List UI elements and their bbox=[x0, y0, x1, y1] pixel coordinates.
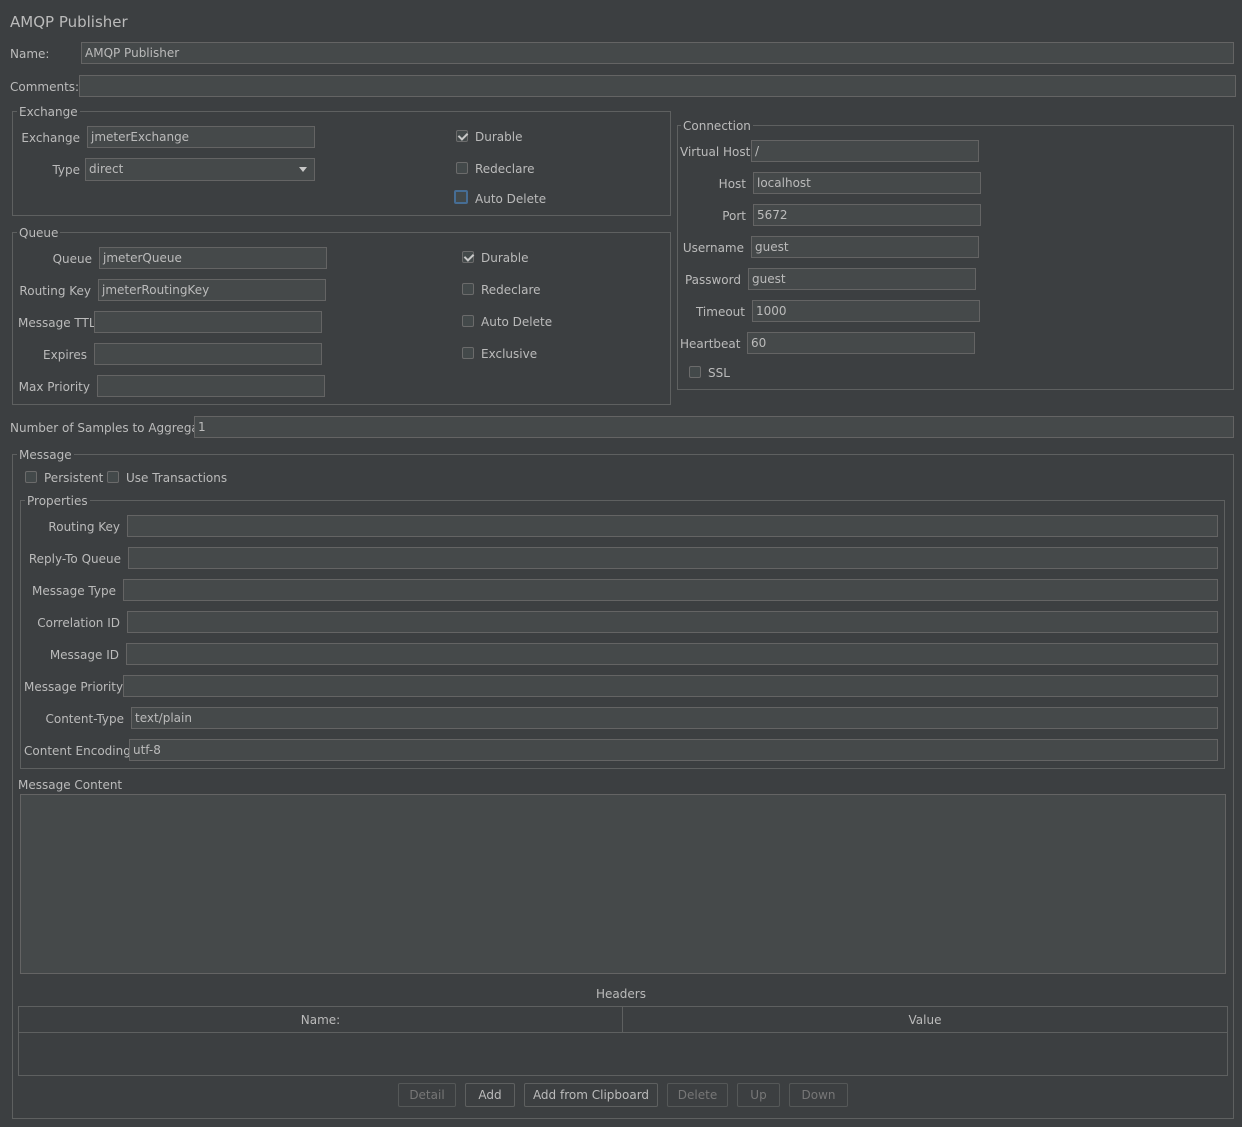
down-button[interactable]: Down bbox=[789, 1083, 848, 1107]
message-ttl-field[interactable] bbox=[94, 311, 322, 333]
exchange-auto-delete-label: Auto Delete bbox=[475, 192, 547, 206]
message-content-textarea[interactable] bbox=[20, 794, 1226, 974]
virtual-host-label: Virtual Host bbox=[680, 145, 751, 159]
detail-button[interactable]: Detail bbox=[398, 1083, 456, 1107]
exchange-name-field[interactable]: jmeterExchange bbox=[87, 126, 315, 148]
port-label: Port bbox=[722, 209, 746, 223]
expires-field[interactable] bbox=[94, 343, 322, 365]
ssl-label: SSL bbox=[708, 366, 730, 380]
ssl-checkbox[interactable] bbox=[689, 366, 701, 378]
queue-redeclare-checkbox[interactable] bbox=[462, 283, 474, 295]
content-type-label: Content-Type bbox=[45, 712, 124, 726]
queue-exclusive-label: Exclusive bbox=[481, 347, 538, 361]
host-label: Host bbox=[718, 177, 746, 191]
exchange-durable-label: Durable bbox=[475, 130, 523, 144]
exchange-auto-delete-checkbox[interactable] bbox=[454, 190, 468, 204]
properties-group-title: Properties bbox=[25, 494, 90, 508]
exchange-group-title: Exchange bbox=[17, 105, 80, 119]
exchange-redeclare-label: Redeclare bbox=[475, 162, 535, 176]
headers-value-column[interactable]: Value bbox=[623, 1007, 1227, 1033]
queue-auto-delete-label: Auto Delete bbox=[481, 315, 553, 329]
content-encoding-field[interactable]: utf-8 bbox=[129, 739, 1218, 761]
prop-routing-key-label: Routing Key bbox=[48, 520, 120, 534]
page-title: AMQP Publisher bbox=[10, 13, 128, 31]
port-field[interactable]: 5672 bbox=[753, 204, 981, 226]
queue-auto-delete-checkbox[interactable] bbox=[462, 315, 474, 327]
use-transactions-label: Use Transactions bbox=[126, 471, 228, 485]
expires-label: Expires bbox=[43, 348, 87, 362]
samples-field[interactable]: 1 bbox=[194, 416, 1234, 438]
samples-label: Number of Samples to Aggregate bbox=[10, 421, 211, 435]
message-id-field[interactable] bbox=[126, 643, 1218, 665]
exchange-type-value: direct bbox=[89, 162, 124, 176]
queue-redeclare-label: Redeclare bbox=[481, 283, 541, 297]
message-priority-field[interactable] bbox=[123, 675, 1218, 697]
password-field[interactable]: guest bbox=[748, 268, 976, 290]
delete-button[interactable]: Delete bbox=[667, 1083, 728, 1107]
queue-exclusive-checkbox[interactable] bbox=[462, 347, 474, 359]
max-priority-label: Max Priority bbox=[18, 380, 90, 394]
add-from-clipboard-button[interactable]: Add from Clipboard bbox=[524, 1083, 658, 1107]
reply-to-queue-field[interactable] bbox=[128, 547, 1218, 569]
exchange-type-label: Type bbox=[52, 163, 80, 177]
correlation-id-label: Correlation ID bbox=[37, 616, 120, 630]
exchange-name-label: Exchange bbox=[21, 131, 80, 145]
correlation-id-field[interactable] bbox=[127, 611, 1218, 633]
username-label: Username bbox=[682, 241, 744, 255]
content-type-field[interactable]: text/plain bbox=[131, 707, 1218, 729]
persistent-checkbox[interactable] bbox=[25, 471, 37, 483]
headers-name-column[interactable]: Name: bbox=[19, 1007, 623, 1033]
message-type-label: Message Type bbox=[32, 584, 116, 598]
message-content-label: Message Content bbox=[18, 778, 123, 792]
use-transactions-checkbox[interactable] bbox=[107, 471, 119, 483]
reply-to-queue-label: Reply-To Queue bbox=[28, 552, 121, 566]
up-button[interactable]: Up bbox=[737, 1083, 780, 1107]
heartbeat-field[interactable]: 60 bbox=[747, 332, 975, 354]
queue-name-field[interactable]: jmeterQueue bbox=[99, 247, 327, 269]
comments-label: Comments: bbox=[10, 80, 80, 94]
password-label: Password bbox=[684, 273, 741, 287]
headers-title: Headers bbox=[596, 987, 646, 1001]
queue-group-title: Queue bbox=[17, 226, 61, 240]
queue-routing-key-field[interactable]: jmeterRoutingKey bbox=[98, 279, 326, 301]
name-label: Name: bbox=[10, 47, 50, 61]
headers-value-column-label: Value bbox=[908, 1013, 942, 1027]
queue-durable-label: Durable bbox=[481, 251, 529, 265]
message-priority-label: Message Priority bbox=[24, 680, 124, 694]
exchange-durable-checkbox[interactable] bbox=[456, 130, 468, 142]
prop-routing-key-field[interactable] bbox=[127, 515, 1218, 537]
exchange-redeclare-checkbox[interactable] bbox=[456, 162, 468, 174]
message-type-field[interactable] bbox=[123, 579, 1218, 601]
queue-name-label: Queue bbox=[52, 252, 92, 266]
content-encoding-label: Content Encoding bbox=[24, 744, 131, 758]
message-group-title: Message bbox=[17, 448, 74, 462]
dropdown-arrow-icon bbox=[299, 167, 307, 172]
message-ttl-label: Message TTL bbox=[18, 316, 96, 330]
heartbeat-label: Heartbeat bbox=[680, 337, 741, 351]
queue-durable-checkbox[interactable] bbox=[462, 251, 474, 263]
comments-field[interactable] bbox=[79, 75, 1236, 97]
message-id-label: Message ID bbox=[49, 648, 119, 662]
queue-routing-key-label: Routing Key bbox=[19, 284, 91, 298]
max-priority-field[interactable] bbox=[97, 375, 325, 397]
persistent-label: Persistent bbox=[44, 471, 104, 485]
add-button[interactable]: Add bbox=[465, 1083, 515, 1107]
host-field[interactable]: localhost bbox=[753, 172, 981, 194]
timeout-field[interactable]: 1000 bbox=[752, 300, 980, 322]
username-field[interactable]: guest bbox=[751, 236, 979, 258]
virtual-host-field[interactable]: / bbox=[751, 140, 979, 162]
headers-table[interactable]: Name: Value bbox=[18, 1006, 1228, 1076]
exchange-type-select[interactable]: direct bbox=[85, 158, 315, 181]
name-field[interactable]: AMQP Publisher bbox=[81, 42, 1234, 64]
connection-group-title: Connection bbox=[681, 119, 753, 133]
timeout-label: Timeout bbox=[695, 305, 745, 319]
headers-name-column-label: Name: bbox=[300, 1013, 341, 1027]
